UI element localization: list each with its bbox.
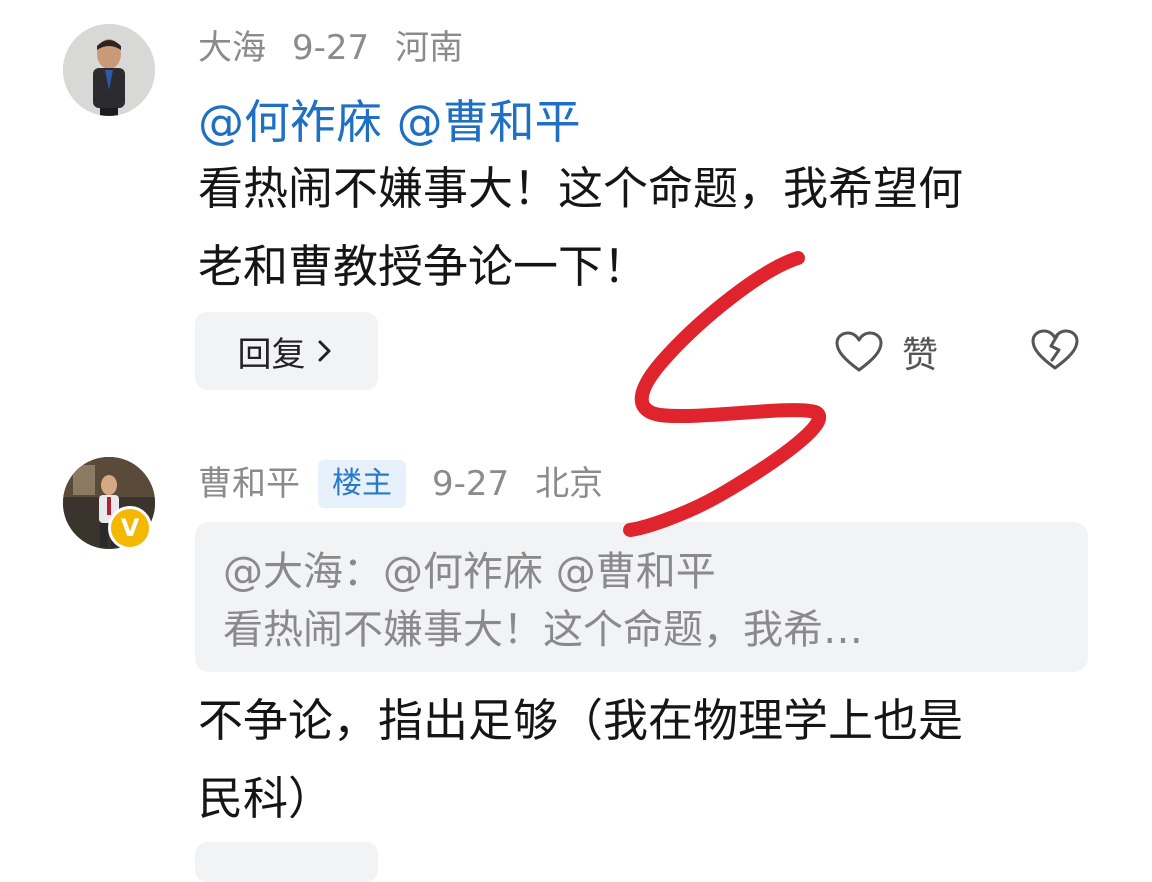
reply-button[interactable]: 回复 (195, 312, 378, 390)
like-button[interactable]: 赞 (834, 326, 938, 378)
comment-text-line: 民科） (198, 772, 334, 825)
broken-heart-icon (1031, 329, 1079, 370)
comment-text: 不争论，指出足够（我在物理学上也是 民科） (198, 682, 1098, 838)
verified-badge: V (108, 506, 152, 550)
comment-text: 看热闹不嫌事大！这个命题，我希望何 老和曹教授争论一下！ (198, 150, 1098, 306)
comment-date: 9-27 (432, 464, 510, 504)
reply-label: 回复 (237, 334, 306, 375)
comment-location: 河南 (395, 28, 464, 68)
chevron-right-icon (318, 340, 330, 362)
avatar-figure-icon (63, 24, 155, 116)
op-badge: 楼主 (318, 460, 406, 508)
reply-button[interactable] (195, 842, 378, 882)
comment-location: 北京 (535, 464, 604, 504)
comment-date: 9-27 (292, 28, 370, 68)
avatar[interactable] (63, 24, 155, 116)
quoted-comment[interactable]: @大海：@何祚庥 @曹和平 看热闹不嫌事大！这个命题，我希… (195, 522, 1088, 672)
heart-icon (835, 331, 883, 372)
dislike-button[interactable] (1030, 328, 1080, 376)
author-name[interactable]: 大海 (198, 26, 266, 70)
quote-line: @大海：@何祚庥 @曹和平 (223, 549, 716, 595)
mention-links[interactable]: @何祚庥 @曹和平 (198, 94, 581, 150)
author-name[interactable]: 曹和平 (198, 462, 300, 506)
comment-meta: 大海 9-27 河南 (198, 26, 463, 70)
like-label: 赞 (902, 335, 939, 376)
verified-icon: V (120, 514, 140, 542)
comment-text-line: 看热闹不嫌事大！这个命题，我希望何 (198, 162, 964, 215)
comment-meta: 曹和平 楼主 9-27 北京 (198, 460, 603, 508)
comment-text-line: 不争论，指出足够（我在物理学上也是 (198, 694, 964, 747)
quote-line: 看热闹不嫌事大！这个命题，我希… (223, 607, 863, 653)
comment-text-line: 老和曹教授争论一下！ (198, 240, 649, 293)
